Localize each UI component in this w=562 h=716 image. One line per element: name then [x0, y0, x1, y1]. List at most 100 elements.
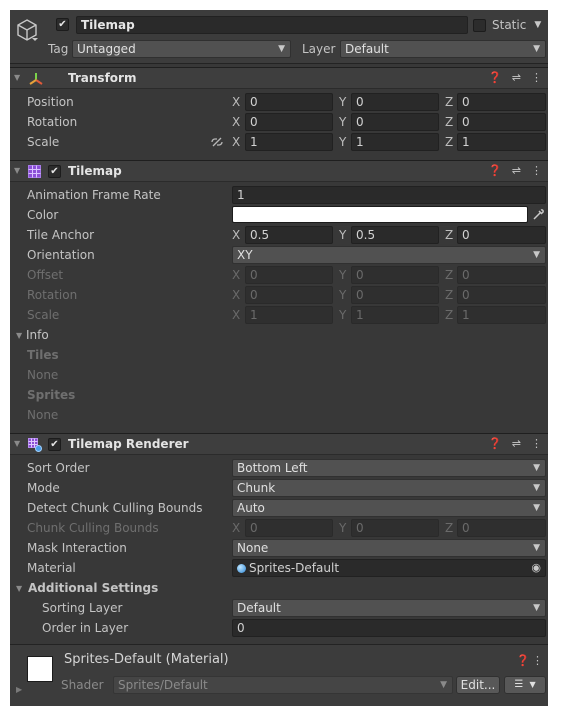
layer-label: Layer — [302, 42, 336, 56]
color-swatch[interactable] — [232, 206, 528, 223]
tilemap-header[interactable]: ▼ ✔ Tilemap ❓ ⇌ ⋮ — [10, 160, 548, 182]
gameobject-name-field[interactable]: Tilemap — [76, 16, 468, 34]
tile-scale-y-axis: Y — [339, 308, 347, 322]
tile-scale-z-field: 1 — [457, 306, 546, 324]
position-x-axis: X — [232, 95, 241, 109]
kebab-menu-icon[interactable]: ⋮ — [531, 437, 542, 450]
shader-dropdown[interactable]: Sprites/Default ▼ — [113, 676, 453, 694]
tag-dropdown[interactable]: Untagged ▼ — [72, 40, 291, 58]
static-label: Static — [492, 18, 527, 32]
chunk-bounds-z-axis: Z — [445, 521, 454, 535]
layer-value: Default — [345, 42, 389, 56]
help-icon[interactable]: ❓ — [488, 71, 502, 84]
chevron-down-icon: ▼ — [533, 603, 540, 613]
help-icon[interactable]: ❓ — [488, 164, 502, 177]
shader-options-button[interactable]: ☰ ▼ — [504, 676, 546, 694]
material-ball-icon — [237, 563, 246, 573]
tag-value: Untagged — [77, 42, 136, 56]
active-checkbox[interactable]: ✔ — [56, 18, 69, 31]
mask-interaction-value: None — [237, 541, 269, 555]
position-x-field[interactable]: 0 — [245, 93, 333, 111]
material-footer-title: Sprites-Default (Material) — [64, 652, 229, 667]
preset-icon[interactable]: ⇌ — [512, 71, 521, 84]
static-dropdown-arrow[interactable]: ▼ — [534, 20, 541, 30]
info-foldout-arrow-icon[interactable]: ▼ — [16, 331, 22, 340]
constrain-proportions-icon[interactable] — [210, 136, 224, 148]
sort-order-dropdown[interactable]: Bottom Left ▼ — [232, 459, 546, 477]
preset-icon[interactable]: ⇌ — [512, 437, 521, 450]
tag-label: Tag — [48, 42, 69, 56]
layer-dropdown[interactable]: Default ▼ — [340, 40, 546, 58]
rotation-x-axis: X — [232, 115, 241, 129]
tile-scale-label: Scale — [27, 308, 60, 322]
help-icon[interactable]: ❓ — [488, 437, 502, 450]
help-icon[interactable]: ❓ — [516, 654, 530, 667]
mode-dropdown[interactable]: Chunk ▼ — [232, 479, 546, 497]
tile-rotation-y-axis: Y — [339, 288, 347, 302]
foldout-arrow-icon[interactable]: ▼ — [14, 166, 20, 175]
renderer-enabled-checkbox[interactable]: ✔ — [48, 438, 61, 451]
chevron-down-icon: ▼ — [533, 483, 540, 493]
mask-interaction-label: Mask Interaction — [27, 541, 127, 555]
animation-frame-rate-field[interactable]: 1 — [232, 186, 546, 204]
offset-z-field: 0 — [457, 266, 546, 284]
shader-value: Sprites/Default — [118, 678, 208, 692]
static-checkbox[interactable] — [473, 18, 486, 32]
scale-x-field[interactable]: 1 — [245, 133, 333, 151]
footer-foldout-arrow-icon[interactable]: ▶ — [16, 685, 22, 694]
edit-shader-button[interactable]: Edit... — [456, 676, 500, 694]
position-y-field[interactable]: 0 — [351, 93, 439, 111]
tile-scale-x-field: 1 — [245, 306, 333, 324]
position-z-field[interactable]: 0 — [457, 93, 546, 111]
chevron-down-icon: ▼ — [533, 503, 540, 513]
eyedropper-icon[interactable] — [532, 208, 545, 221]
kebab-menu-icon[interactable]: ⋮ — [531, 71, 542, 84]
scale-z-axis: Z — [445, 135, 454, 149]
orientation-dropdown[interactable]: XY ▼ — [232, 246, 546, 264]
tiles-label: Tiles — [27, 348, 59, 362]
rotation-y-field[interactable]: 0 — [351, 113, 439, 131]
material-object-field[interactable]: Sprites-Default ◉ — [232, 559, 546, 577]
preset-icon[interactable]: ⇌ — [512, 164, 521, 177]
chunk-bounds-x-axis: X — [232, 521, 241, 535]
mask-interaction-dropdown[interactable]: None ▼ — [232, 539, 546, 557]
tile-scale-z-axis: Z — [445, 308, 454, 322]
scale-z-field[interactable]: 1 — [457, 133, 546, 151]
offset-x-field: 0 — [245, 266, 333, 284]
tilemap-enabled-checkbox[interactable]: ✔ — [48, 165, 61, 178]
tile-anchor-z-field[interactable]: 0 — [457, 226, 546, 244]
scale-y-field[interactable]: 1 — [351, 133, 439, 151]
chevron-down-icon: ▼ — [440, 680, 447, 690]
additional-settings-label[interactable]: Additional Settings — [28, 581, 158, 595]
foldout-arrow-icon[interactable]: ▼ — [14, 439, 20, 448]
tilemap-title: Tilemap — [68, 164, 122, 178]
foldout-arrow-icon[interactable]: ▼ — [14, 73, 20, 82]
offset-y-axis: Y — [339, 268, 347, 282]
kebab-menu-icon[interactable]: ⋮ — [531, 164, 542, 177]
tilemap-renderer-icon — [28, 438, 42, 452]
tilemap-renderer-header[interactable]: ▼ ✔ Tilemap Renderer ❓ ⇌ ⋮ — [10, 433, 548, 455]
tile-rotation-z-field: 0 — [457, 286, 546, 304]
info-label[interactable]: Info — [26, 328, 49, 342]
tile-rotation-x-field: 0 — [245, 286, 333, 304]
orientation-label: Orientation — [27, 248, 95, 262]
material-footer: Sprites-Default (Material) ❓ ⋮ ▶ Shader … — [10, 645, 548, 706]
order-in-layer-field[interactable]: 0 — [232, 619, 546, 637]
tile-anchor-y-field[interactable]: 0.5 — [351, 226, 439, 244]
tile-rotation-y-field: 0 — [351, 286, 439, 304]
sorting-layer-value: Default — [237, 601, 281, 615]
tile-anchor-x-field[interactable]: 0.5 — [245, 226, 333, 244]
material-preview — [27, 656, 53, 682]
transform-header[interactable]: ▼ Transform ❓ ⇌ ⋮ — [10, 67, 548, 89]
tile-anchor-z-axis: Z — [445, 228, 454, 242]
detect-chunk-culling-dropdown[interactable]: Auto ▼ — [232, 499, 546, 517]
kebab-menu-icon[interactable]: ⋮ — [532, 654, 543, 667]
chevron-down-icon: ▼ — [533, 463, 540, 473]
additional-settings-foldout-icon[interactable]: ▼ — [16, 584, 22, 593]
sorting-layer-dropdown[interactable]: Default ▼ — [232, 599, 546, 617]
cube-icon[interactable] — [16, 18, 38, 42]
object-picker-icon[interactable]: ◉ — [531, 560, 541, 576]
rotation-x-field[interactable]: 0 — [245, 113, 333, 131]
tile-rotation-z-axis: Z — [445, 288, 454, 302]
rotation-z-field[interactable]: 0 — [457, 113, 546, 131]
